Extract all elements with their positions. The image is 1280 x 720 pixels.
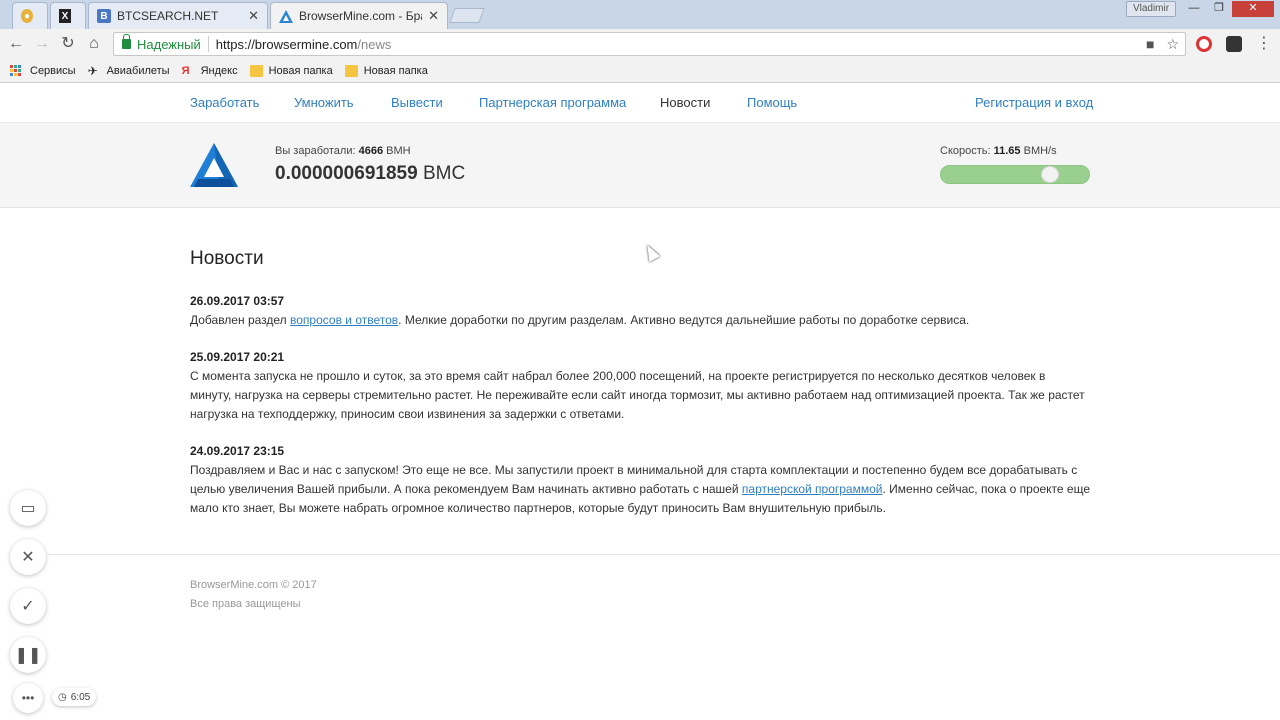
new-tab-button[interactable] bbox=[449, 8, 485, 23]
nav-affiliate[interactable]: Партнерская программа bbox=[479, 95, 626, 110]
news-date: 24.09.2017 23:15 bbox=[190, 444, 285, 458]
tab-btcsearch[interactable]: B BTCSEARCH.NET ✕ bbox=[88, 2, 268, 29]
news-text: Поздравляем и Вас и нас с запуском! Это … bbox=[190, 463, 1091, 515]
tab-title: BrowserMine.com - Брау bbox=[299, 9, 423, 23]
profile-button[interactable]: Vladimir bbox=[1126, 1, 1176, 17]
balance: 0.000000691859 BMC bbox=[275, 163, 465, 185]
balance-value: 0.000000691859 bbox=[275, 163, 418, 184]
yandex-icon: Я bbox=[181, 64, 190, 77]
tab-title: BTCSEARCH.NET bbox=[117, 9, 219, 23]
site-nav: Заработать Умножить Вывести Партнерская … bbox=[0, 84, 1280, 122]
window-close-icon[interactable]: ✕ bbox=[1232, 1, 1274, 17]
pause-button[interactable]: ❚❚ bbox=[10, 637, 46, 673]
b-icon: B bbox=[97, 9, 111, 23]
more-button[interactable]: ••• bbox=[13, 683, 43, 713]
speed-slider[interactable] bbox=[940, 165, 1090, 184]
bookmark-flights[interactable]: ✈ Авиабилеты bbox=[88, 65, 170, 77]
home-icon[interactable]: ⌂ bbox=[84, 34, 104, 54]
apps-icon bbox=[10, 64, 22, 77]
more-icon: ••• bbox=[21, 691, 35, 705]
news-item: 24.09.2017 23:15 Поздравляем и Вас и нас… bbox=[190, 442, 1090, 518]
footer-divider bbox=[48, 554, 1280, 555]
back-icon[interactable]: ← bbox=[6, 34, 26, 54]
news-text: С момента запуска не прошло и суток, за … bbox=[190, 369, 1085, 421]
reload-icon[interactable]: ↻ bbox=[58, 34, 78, 54]
browsermine-icon bbox=[279, 9, 293, 23]
security-label: Надежный bbox=[137, 36, 201, 52]
nav-multiply[interactable]: Умножить bbox=[294, 95, 354, 110]
finish-button[interactable]: ✓ bbox=[10, 588, 46, 624]
bookmark-services[interactable]: Сервисы bbox=[10, 64, 76, 77]
news-text: Добавлен раздел вопросов и ответов. Мелк… bbox=[190, 313, 970, 327]
extension-badge-icon[interactable] bbox=[1226, 36, 1242, 52]
lock-icon bbox=[122, 34, 131, 49]
check-icon: ✓ bbox=[21, 598, 35, 615]
close-icon: ✕ bbox=[21, 549, 35, 566]
affiliate-link[interactable]: партнерской программой bbox=[742, 482, 883, 496]
address-bar[interactable]: Надежный https://browsermine.com/news ■ … bbox=[113, 32, 1186, 56]
camera-off-button[interactable]: ▭ bbox=[10, 490, 46, 526]
speed-label: Скорость: 11.65 BMH/s bbox=[940, 145, 1057, 157]
nav-news[interactable]: Новости bbox=[660, 95, 710, 110]
minimize-icon[interactable]: — bbox=[1182, 1, 1206, 17]
stats-panel: Вы заработали: 4666 BMH 0.000000691859 B… bbox=[0, 122, 1280, 208]
bookmark-folder[interactable]: Новая папка bbox=[344, 64, 428, 77]
url-path: /news bbox=[357, 36, 392, 52]
tab-browsermine[interactable]: BrowserMine.com - Брау ✕ bbox=[270, 2, 448, 29]
footer-rights: Все права защищены bbox=[190, 598, 301, 610]
close-icon[interactable]: ✕ bbox=[248, 8, 259, 24]
earned-label: Вы заработали: 4666 BMH bbox=[275, 145, 411, 157]
tab-x[interactable]: X bbox=[50, 2, 86, 29]
earned-value: 4666 bbox=[358, 145, 384, 157]
maximize-icon[interactable]: ❐ bbox=[1207, 1, 1231, 17]
plane-icon: ✈ bbox=[87, 63, 98, 78]
news-date: 26.09.2017 03:57 bbox=[190, 294, 285, 308]
speed-slider-handle[interactable] bbox=[1041, 166, 1059, 183]
discard-button[interactable]: ✕ bbox=[10, 539, 46, 575]
news-item: 26.09.2017 03:57 Добавлен раздел вопросо… bbox=[190, 292, 1090, 330]
browsermine-logo bbox=[190, 143, 238, 187]
folder-icon bbox=[344, 64, 358, 77]
bookmark-yandex[interactable]: Я Яндекс bbox=[182, 65, 238, 77]
tab-coin[interactable]: ● bbox=[12, 2, 48, 29]
footer: BrowserMine.com © 2017 Все права защищен… bbox=[190, 576, 317, 614]
browser-toolbar: ← → ↻ ⌂ Надежный https://browsermine.com… bbox=[0, 29, 1280, 59]
x-icon: X bbox=[59, 9, 71, 23]
folder-icon bbox=[249, 64, 263, 77]
bookmarks-bar: Сервисы ✈ Авиабилеты Я Яндекс Новая папк… bbox=[0, 59, 1280, 83]
page: Заработать Умножить Вывести Партнерская … bbox=[0, 84, 1280, 720]
footer-copyright: BrowserMine.com © 2017 bbox=[190, 579, 317, 591]
nav-withdraw[interactable]: Вывести bbox=[391, 95, 443, 110]
nav-login[interactable]: Регистрация и вход bbox=[975, 95, 1093, 110]
coin-icon: ● bbox=[21, 9, 33, 23]
close-icon[interactable]: ✕ bbox=[428, 8, 439, 24]
extension-icon[interactable] bbox=[1196, 36, 1212, 52]
tab-strip: ● X B BTCSEARCH.NET ✕ BrowserMine.com - … bbox=[0, 0, 1280, 29]
url-host: https://browsermine.com bbox=[215, 36, 358, 52]
nav-earn[interactable]: Заработать bbox=[190, 95, 259, 110]
recording-timer: ◷ 6:05 bbox=[52, 688, 97, 706]
faq-link[interactable]: вопросов и ответов bbox=[290, 313, 398, 327]
pause-icon: ❚❚ bbox=[14, 647, 42, 664]
camera-off-icon: ▭ bbox=[20, 500, 36, 517]
bookmark-folder[interactable]: Новая папка bbox=[249, 64, 333, 77]
forward-icon[interactable]: → bbox=[32, 34, 52, 54]
clock-icon: ◷ bbox=[58, 691, 67, 703]
balance-unit: BMC bbox=[422, 163, 466, 184]
nav-help[interactable]: Помощь bbox=[747, 95, 797, 110]
news-item: 25.09.2017 20:21 С момента запуска не пр… bbox=[190, 348, 1090, 424]
news-date: 25.09.2017 20:21 bbox=[190, 350, 285, 364]
page-title: Новости bbox=[190, 248, 264, 269]
menu-icon[interactable]: ⋮ bbox=[1254, 34, 1274, 54]
speed-value: 11.65 bbox=[993, 145, 1021, 157]
star-icon[interactable]: ☆ bbox=[1166, 36, 1179, 53]
camera-icon[interactable]: ■ bbox=[1146, 36, 1154, 53]
